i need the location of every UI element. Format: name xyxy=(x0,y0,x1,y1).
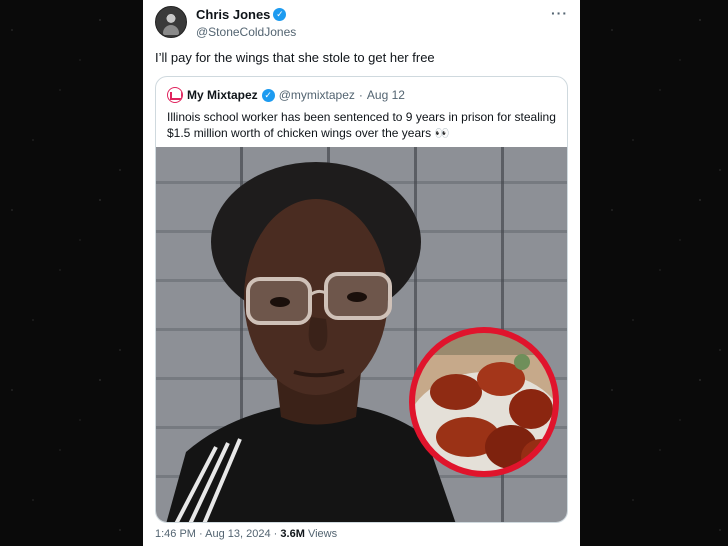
quote-author-handle[interactable]: @mymixtapez xyxy=(279,88,355,102)
quote-avatar-crown-icon[interactable] xyxy=(167,87,183,103)
footer-separator: · xyxy=(199,528,203,540)
tweet-time[interactable]: 1:46 PM xyxy=(155,528,196,540)
tweet-card: Chris Jones ✓ @StoneColdJones ··· I’ll p… xyxy=(143,0,580,546)
author-name[interactable]: Chris Jones xyxy=(196,7,270,22)
author-name-row: Chris Jones ✓ xyxy=(196,7,296,22)
author-info: Chris Jones ✓ @StoneColdJones xyxy=(196,7,296,39)
quote-author-name[interactable]: My Mixtapez xyxy=(187,88,258,102)
quote-media-photo[interactable] xyxy=(156,147,567,522)
views-count: 3.6M xyxy=(280,528,305,540)
quote-separator: · xyxy=(358,88,363,102)
quote-date[interactable]: Aug 12 xyxy=(367,88,405,102)
tweet-text: I’ll pay for the wings that she stole to… xyxy=(155,50,435,65)
tweet-header: Chris Jones ✓ @StoneColdJones ··· xyxy=(155,5,568,43)
quoted-tweet[interactable]: My Mixtapez ✓ @mymixtapez · Aug 12 Illin… xyxy=(155,76,568,523)
footer-separator-2: · xyxy=(273,528,278,540)
quote-text: Illinois school worker has been sentence… xyxy=(167,110,556,140)
tweet-footer: 1:46 PM · Aug 13, 2024 · 3.6M Views xyxy=(155,528,337,540)
quote-verified-badge-icon: ✓ xyxy=(261,88,275,102)
more-options-icon[interactable]: ··· xyxy=(551,5,568,21)
verified-badge-icon: ✓ xyxy=(273,8,287,21)
quote-header: My Mixtapez ✓ @mymixtapez · Aug 12 xyxy=(156,77,567,103)
photo-illustration xyxy=(166,162,559,522)
author-avatar[interactable] xyxy=(155,6,187,38)
views-label: Views xyxy=(307,528,338,540)
author-handle[interactable]: @StoneColdJones xyxy=(196,25,296,39)
tweet-date[interactable]: Aug 13, 2024 xyxy=(205,528,270,540)
